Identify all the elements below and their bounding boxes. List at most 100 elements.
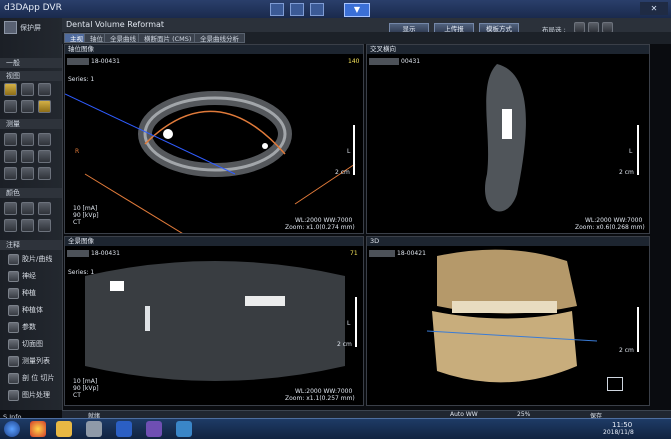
ruler-tool[interactable] [4,133,17,146]
axial-scale-bar [353,125,355,175]
axial-image[interactable] [65,54,364,234]
window-level-tool[interactable] [21,100,34,113]
profile-tool[interactable] [21,150,34,163]
axial-patient-id: 18-00431 [91,58,120,65]
tab-pano-analysis[interactable]: 全景曲线分析 [194,33,245,43]
app-icon-2[interactable] [146,421,162,437]
dropdown-arrow-icon[interactable]: ▼ [344,3,370,17]
section-annotation[interactable]: 注释 [0,240,62,250]
axial-scale-label: 2 cm [335,169,350,176]
tab-cross-section[interactable]: 横断面片 (CMS) [138,33,198,43]
volume-scale-bar [637,307,639,352]
section-measure[interactable]: 测量 [0,119,62,129]
density-tool[interactable] [4,150,17,163]
color-tool-6[interactable] [38,219,51,232]
sidebar-item-measure-list[interactable]: 测量列表 [6,355,60,368]
sidebar-item-implant-body[interactable]: 种植体 [6,304,60,317]
sidebar-item-slice[interactable]: 剖 位 切片 [6,372,60,385]
cross-scale-label: 2 cm [619,169,634,176]
cross-scale-bar [637,125,639,175]
toolbar-icon-2[interactable] [290,3,304,16]
page-title: Dental Volume Reformat [66,20,165,29]
zoom-tool[interactable] [38,83,51,96]
text-tool[interactable] [4,167,17,180]
pointer-tool[interactable] [4,83,17,96]
left-toolbar: 保护屏 一般 视图 测量 颜色 注释 胶片/曲线 神经 种植 种植体 参数 切面… [0,18,63,421]
cross-section-viewport[interactable]: 交叉横向 00431 L 2 cm WL:2000 WW:7000 Zoom: … [366,44,650,234]
axial-window-level: WL:2000 WW:7000 [295,217,353,224]
sidebar-item-implant[interactable]: 种植 [6,287,60,300]
panoramic-viewport[interactable]: 全景图像 18-00431 Series: 1 71 L 2 cm 10 [mA… [64,236,364,406]
tab-pano-curve[interactable]: 全景曲线 [104,33,142,43]
volume-patient-id: 18-00421 [397,250,426,257]
cross-zoom: Zoom: x0.6(0.268 mm) [575,224,645,231]
section-general[interactable]: 一般 [0,58,62,68]
delete-measure-tool[interactable] [38,167,51,180]
rotate-tool[interactable] [4,100,17,113]
cross-section-image[interactable] [367,54,650,234]
color-tool-5[interactable] [21,219,34,232]
sidebar-item-params[interactable]: 参数 [6,321,60,334]
angle-tool[interactable] [21,133,34,146]
axial-right-marker: R [75,148,80,155]
status-zoom: 25% [517,411,531,418]
pano-kvp: 90 [kVp] [73,385,99,392]
color-tool-4[interactable] [4,219,17,232]
status-auto-ww: Auto WW [450,411,478,418]
cross-patient-id-blur [369,58,399,65]
workspace-header: Dental Volume Reformat 显示 上传报 模板方式 布局选 : [62,18,671,34]
sidebar-item-section-view[interactable]: 切面图 [6,338,60,351]
pano-viewport-header: 全景图像 [65,237,363,246]
close-icon[interactable]: ✕ [640,2,668,15]
axial-ma: 10 [mA] [73,205,98,212]
section-view[interactable]: 视图 [0,71,62,81]
axial-left-marker: L [347,148,351,155]
protect-screen-icon[interactable] [4,21,17,34]
panoramic-image[interactable] [65,246,364,406]
volume-viewport[interactable]: 3D 18-00421 2 cm [366,236,650,406]
title-bar: d3DApp DVR ▼ ✕ [0,0,671,18]
app-icon-1[interactable] [86,421,102,437]
pano-ma: 10 [mA] [73,378,98,385]
ellipse-tool[interactable] [38,150,51,163]
color-tool-1[interactable] [4,202,17,215]
axial-kvp: 90 [kVp] [73,212,99,219]
section-color[interactable]: 颜色 [0,188,62,198]
word-icon[interactable] [116,421,132,437]
pan-tool[interactable] [21,83,34,96]
volume-scale-label: 2 cm [619,347,634,354]
pano-series: Series: 1 [68,269,95,276]
sidebar-item-image-processing[interactable]: 图片处理 [6,389,60,402]
pano-left-marker: L [347,320,351,327]
axial-viewport[interactable]: 轴位图像 18-00431 Series: 1 140 R L 2 cm 10 … [64,44,364,234]
taskbar: 11:50 2018/11/8 [0,418,671,439]
orientation-cube-icon[interactable] [607,377,623,391]
area-tool[interactable] [38,133,51,146]
axial-series: Series: 1 [68,76,95,83]
protect-screen-label[interactable]: 保护屏 [20,23,41,33]
axial-zoom: Zoom: x1.0(0.274 mm) [285,224,355,231]
cross-left-marker: L [629,148,633,155]
sidebar-item-nerve[interactable]: 神经 [6,270,60,283]
pano-scale-label: 2 cm [337,341,352,348]
color-tool-3[interactable] [38,202,51,215]
start-button-icon[interactable] [4,421,20,437]
axial-modality: CT [73,219,81,226]
toolbar-icon-1[interactable] [270,3,284,16]
color-tool-2[interactable] [21,202,34,215]
cross-patient-id: 00431 [401,58,421,65]
sidebar-item-film-curve[interactable]: 胶片/曲线 [6,253,60,266]
folder-icon[interactable] [56,421,72,437]
arrow-tool[interactable] [21,167,34,180]
axial-slice-number: 140 [348,58,360,65]
patient-id-blur [67,58,89,65]
pano-scale-bar [355,297,357,347]
window-title: d3DApp DVR [4,3,62,13]
chrome-icon[interactable] [30,421,46,437]
app-icon-3[interactable] [176,421,192,437]
pano-window-level: WL:2000 WW:7000 [295,388,353,395]
highlight-tool[interactable] [38,100,51,113]
axial-viewport-header: 轴位图像 [65,45,363,54]
view-tabs: 主视 轴位 全景曲线 横断面片 (CMS) 全景曲线分析 [62,32,671,44]
toolbar-icon-3[interactable] [310,3,324,16]
